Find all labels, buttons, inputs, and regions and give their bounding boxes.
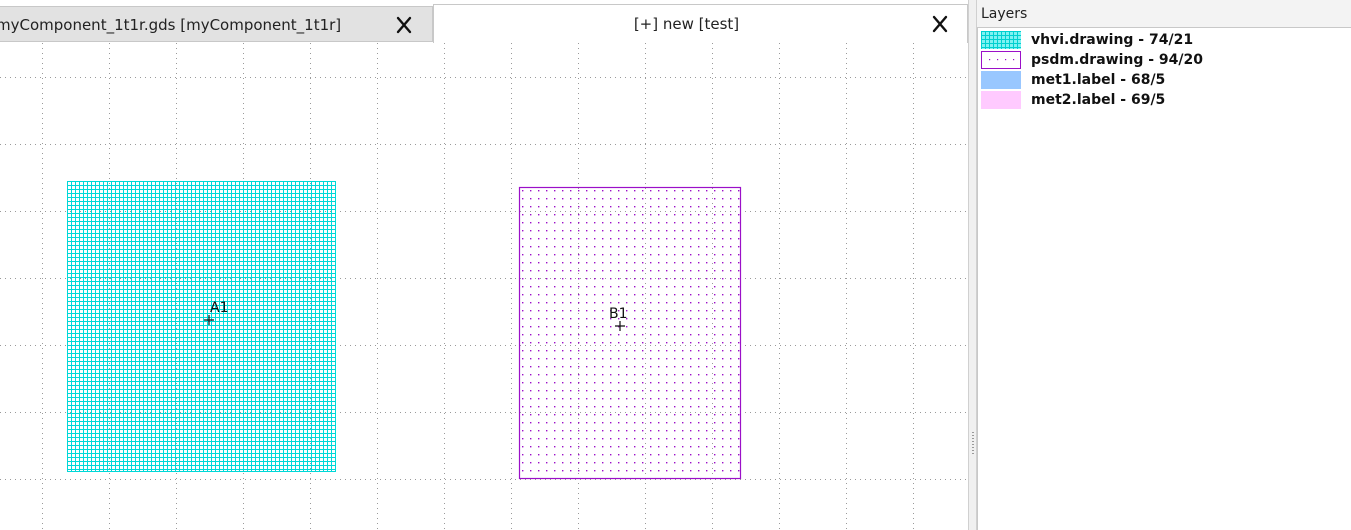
tab-label: [+] new [test] bbox=[633, 15, 740, 33]
tab-mycomponent[interactable]: myComponent_1t1r.gds [myComponent_1t1r] bbox=[0, 6, 433, 42]
label-b1-text: B1 bbox=[609, 306, 628, 322]
tab-label: myComponent_1t1r.gds [myComponent_1t1r] bbox=[0, 16, 342, 34]
layer-item-vhvi[interactable]: vhvi.drawing - 74/21 bbox=[981, 30, 1341, 49]
layer-name: vhvi.drawing - 74/21 bbox=[1031, 32, 1194, 48]
layers-panel: Layers vhvi.drawing - 74/21 psdm.drawing… bbox=[977, 0, 1351, 530]
close-icon[interactable] bbox=[394, 15, 414, 35]
met1-swatch-icon bbox=[981, 71, 1021, 89]
layer-name: met1.label - 68/5 bbox=[1031, 72, 1166, 88]
psdm-swatch-icon bbox=[981, 51, 1021, 69]
vhvi-swatch-icon bbox=[981, 31, 1021, 49]
splitter-grip-icon[interactable] bbox=[972, 432, 974, 456]
layers-title: Layers bbox=[981, 6, 1028, 22]
layer-name: met2.label - 69/5 bbox=[1031, 92, 1166, 108]
vhvi-shape[interactable] bbox=[67, 181, 336, 472]
layout-svg[interactable]: A1 B1 bbox=[0, 43, 968, 530]
psdm-shape[interactable] bbox=[518, 186, 742, 480]
close-icon[interactable] bbox=[930, 14, 950, 34]
label-a1-text: A1 bbox=[210, 300, 228, 316]
met2-swatch-icon bbox=[981, 91, 1021, 109]
layers-list[interactable]: vhvi.drawing - 74/21 psdm.drawing - 94/2… bbox=[977, 27, 1351, 530]
layout-canvas[interactable]: A1 B1 bbox=[0, 43, 968, 530]
layer-item-met1[interactable]: met1.label - 68/5 bbox=[981, 70, 1341, 89]
tab-bar: myComponent_1t1r.gds [myComponent_1t1r] … bbox=[0, 0, 968, 43]
layer-name: psdm.drawing - 94/20 bbox=[1031, 52, 1204, 68]
tab-new-test[interactable]: [+] new [test] bbox=[433, 4, 968, 43]
layer-item-psdm[interactable]: psdm.drawing - 94/20 bbox=[981, 50, 1341, 69]
panel-splitter[interactable] bbox=[968, 0, 977, 530]
layer-item-met2[interactable]: met2.label - 69/5 bbox=[981, 90, 1341, 109]
